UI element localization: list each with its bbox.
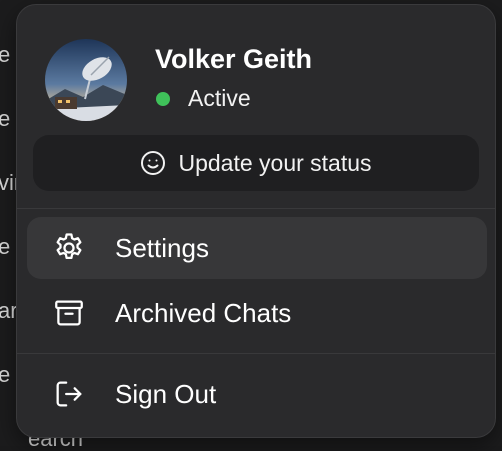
- profile-menu-popover: Volker Geith Active Update your status S…: [16, 4, 496, 438]
- archive-box-icon: [49, 293, 89, 333]
- background-text-fragment: e: [0, 234, 11, 259]
- menu-item-label: Archived Chats: [115, 297, 292, 328]
- update-status-label: Update your status: [178, 149, 372, 176]
- background-text-fragment: ar: [0, 298, 18, 323]
- presence-dot-icon: [156, 91, 170, 106]
- menu-item-label: Sign Out: [115, 378, 217, 409]
- user-name: Volker Geith: [155, 44, 313, 74]
- menu-item-label: Settings: [115, 232, 209, 263]
- background-text-fragment: e: [0, 362, 11, 387]
- sign-out-icon: [49, 374, 89, 414]
- menu-item-settings[interactable]: Settings: [27, 217, 487, 279]
- background-text-fragment: e: [0, 42, 11, 67]
- presence-status: Active: [155, 85, 251, 112]
- divider: [17, 353, 495, 354]
- smiley-icon: [140, 150, 166, 176]
- update-status-button[interactable]: Update your status: [33, 135, 479, 191]
- menu-item-sign-out[interactable]: Sign Out: [27, 363, 487, 425]
- gear-icon: [49, 228, 89, 268]
- background-text-fragment: e: [0, 106, 11, 131]
- menu-item-archived-chats[interactable]: Archived Chats: [27, 282, 487, 344]
- divider: [17, 208, 495, 209]
- avatar[interactable]: [45, 39, 127, 121]
- presence-label: Active: [188, 85, 251, 111]
